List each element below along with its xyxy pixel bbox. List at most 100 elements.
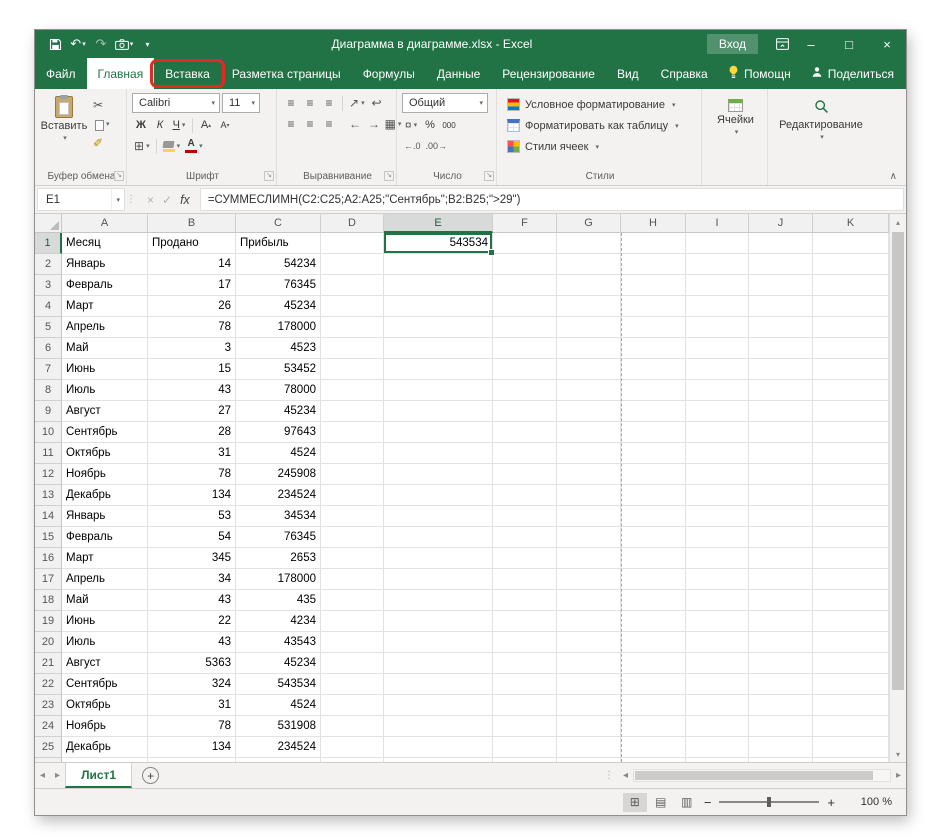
column-header-K[interactable]: K [813,214,889,233]
cell-G14[interactable] [557,506,621,527]
cell-E21[interactable] [384,653,493,674]
tab-home[interactable]: Главная [86,58,155,89]
cell-B5[interactable]: 78 [148,317,236,338]
cell-J20[interactable] [749,632,813,653]
cell-G17[interactable] [557,569,621,590]
cell-H10[interactable] [621,422,686,443]
cell-G25[interactable] [557,737,621,758]
row-header-11[interactable]: 11 [35,443,62,464]
cell-F7[interactable] [493,359,557,380]
cell-F5[interactable] [493,317,557,338]
cell-G5[interactable] [557,317,621,338]
scroll-down-icon[interactable]: ▾ [890,746,906,762]
cell-C9[interactable]: 45234 [236,401,321,422]
cell-J26[interactable] [749,758,813,762]
cell-G16[interactable] [557,548,621,569]
cell-F22[interactable] [493,674,557,695]
cell-A7[interactable]: Июнь [62,359,148,380]
cell-H16[interactable] [621,548,686,569]
cell-F16[interactable] [493,548,557,569]
cell-E16[interactable] [384,548,493,569]
close-button[interactable]: × [868,30,906,58]
row-header-6[interactable]: 6 [35,338,62,359]
vertical-scroll-thumb[interactable] [892,232,904,690]
cell-J14[interactable] [749,506,813,527]
cell-C15[interactable]: 76345 [236,527,321,548]
hscroll-right-icon[interactable]: ▸ [891,763,906,788]
cell-A8[interactable]: Июль [62,380,148,401]
italic-button[interactable]: К [151,116,169,134]
cell-K13[interactable] [813,485,889,506]
cell-J25[interactable] [749,737,813,758]
column-header-G[interactable]: G [557,214,621,233]
new-sheet-button[interactable]: + [142,767,160,784]
cell-J23[interactable] [749,695,813,716]
cell-I7[interactable] [686,359,749,380]
cell-B1[interactable]: Продано [148,233,236,254]
cell-B9[interactable]: 27 [148,401,236,422]
column-header-J[interactable]: J [749,214,813,233]
cell-G24[interactable] [557,716,621,737]
cell-G6[interactable] [557,338,621,359]
cell-B21[interactable]: 5363 [148,653,236,674]
cell-J19[interactable] [749,611,813,632]
cell-G20[interactable] [557,632,621,653]
cell-A2[interactable]: Январь [62,254,148,275]
cell-F1[interactable] [493,233,557,254]
cell-I26[interactable] [686,758,749,762]
cell-G10[interactable] [557,422,621,443]
cell-A6[interactable]: Май [62,338,148,359]
cell-B13[interactable]: 134 [148,485,236,506]
cell-A5[interactable]: Апрель [62,317,148,338]
formula-input[interactable]: =СУММЕСЛИМН(C2:C25;A2:A25;"Сентябрь";B2:… [199,188,904,211]
cell-I14[interactable] [686,506,749,527]
cell-A15[interactable]: Февраль [62,527,148,548]
enter-formula-icon[interactable]: ✓ [162,193,172,207]
cell-D11[interactable] [321,443,384,464]
cell-D7[interactable] [321,359,384,380]
cell-A18[interactable]: Май [62,590,148,611]
cell-I4[interactable] [686,296,749,317]
alignment-dialog-launcher-icon[interactable]: ↘ [384,171,394,181]
row-header-25[interactable]: 25 [35,737,62,758]
cell-F13[interactable] [493,485,557,506]
cell-G23[interactable] [557,695,621,716]
cell-A16[interactable]: Март [62,548,148,569]
font-size-combo[interactable]: 11 ▾ [222,93,260,113]
cell-J21[interactable] [749,653,813,674]
column-header-B[interactable]: B [148,214,236,233]
cell-K10[interactable] [813,422,889,443]
cell-H26[interactable] [621,758,686,762]
cell-I6[interactable] [686,338,749,359]
cell-A19[interactable]: Июнь [62,611,148,632]
font-size-dropdown-icon[interactable]: ▾ [251,99,255,107]
cell-J1[interactable] [749,233,813,254]
cell-J7[interactable] [749,359,813,380]
cell-H23[interactable] [621,695,686,716]
cell-E12[interactable] [384,464,493,485]
column-header-C[interactable]: C [236,214,321,233]
row-header-4[interactable]: 4 [35,296,62,317]
row-header-17[interactable]: 17 [35,569,62,590]
camera-dropdown-icon[interactable]: ▾ [130,40,134,48]
scroll-up-icon[interactable]: ▴ [890,214,906,230]
cell-B3[interactable]: 17 [148,275,236,296]
cell-E14[interactable] [384,506,493,527]
cell-K18[interactable] [813,590,889,611]
borders-button[interactable]: ⊞ ▾ [132,137,152,155]
cell-C6[interactable]: 4523 [236,338,321,359]
cell-G3[interactable] [557,275,621,296]
cell-B4[interactable]: 26 [148,296,236,317]
cell-G19[interactable] [557,611,621,632]
cell-B2[interactable]: 14 [148,254,236,275]
conditional-formatting-button[interactable]: Условное форматирование ▾ [502,94,698,115]
cell-J8[interactable] [749,380,813,401]
cell-E9[interactable] [384,401,493,422]
cell-F8[interactable] [493,380,557,401]
cell-I21[interactable] [686,653,749,674]
cell-I22[interactable] [686,674,749,695]
align-top-button[interactable]: ≡ [282,94,300,112]
cell-K9[interactable] [813,401,889,422]
cell-E11[interactable] [384,443,493,464]
cell-A9[interactable]: Август [62,401,148,422]
